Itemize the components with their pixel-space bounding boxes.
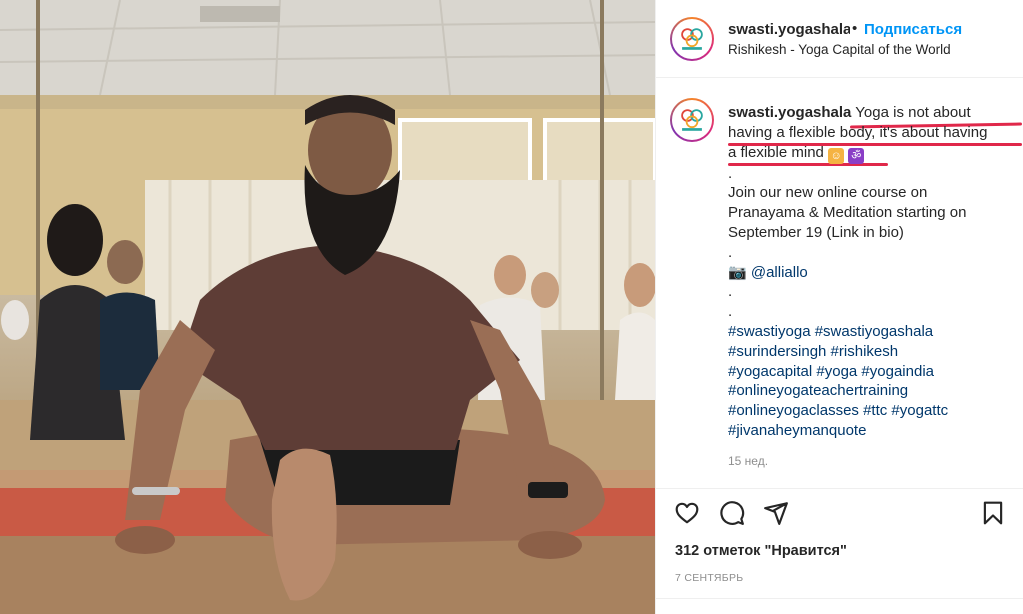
bookmark-icon[interactable]: [980, 500, 1006, 526]
hashtag-line[interactable]: #swastiyoga #swastiyogashala: [728, 323, 933, 340]
comment-icon[interactable]: [719, 500, 745, 526]
caption-text-6: September 19 (Link in bio): [728, 223, 904, 241]
add-comment-bar[interactable]: [656, 598, 1023, 614]
likes-count[interactable]: 312 отметок "Нравится": [675, 543, 847, 559]
post-header: swasti.yogashala • Подписаться Rishikesh…: [656, 0, 1023, 78]
person-lotus-icon: ☺: [828, 147, 845, 164]
author-username[interactable]: swasti.yogashala: [728, 21, 850, 38]
caption-line-3: a flexible mind ☺ ॐ: [728, 143, 1014, 164]
caption-dot: .: [728, 303, 733, 321]
caption-line-1: swasti.yogashala Yoga is not about: [728, 103, 1014, 123]
caption-dot: .: [728, 164, 733, 182]
hashtag-line[interactable]: #onlineyogaclasses #ttc #yogattc: [728, 402, 948, 419]
caption-text-3: a flexible mind: [728, 143, 829, 161]
post-side-panel: swasti.yogashala • Подписаться Rishikesh…: [655, 0, 1023, 614]
share-icon[interactable]: [763, 500, 789, 526]
hashtag-line[interactable]: #onlineyogateachertraining: [728, 382, 908, 399]
caption-text-1: Yoga is not about: [851, 104, 971, 121]
hashtag-line[interactable]: #surindersingh #rishikesh: [728, 343, 898, 360]
caption-dot: .: [728, 243, 733, 261]
camera-icon: 📷: [728, 263, 747, 281]
caption-credit: 📷 @alliallo: [728, 263, 1014, 283]
post-photo[interactable]: [0, 0, 655, 614]
mention-link[interactable]: @alliallo: [751, 264, 808, 281]
om-icon: ॐ: [848, 147, 865, 164]
follow-button[interactable]: Подписаться: [864, 21, 962, 38]
caption-username[interactable]: swasti.yogashala: [728, 104, 851, 121]
caption-dot: .: [728, 283, 733, 301]
hashtag-list: #swastiyoga #swastiyogashala #surindersi…: [728, 322, 1014, 441]
yoga-instructor-photo: [0, 0, 655, 614]
author-avatar[interactable]: [670, 17, 714, 61]
swasti-logo-icon: [681, 28, 703, 50]
caption-text-5: Pranayama & Meditation starting on: [728, 204, 967, 222]
hashtag-line[interactable]: #yogacapital #yoga #yogaindia: [728, 363, 934, 380]
caption-timestamp: 15 нед.: [728, 453, 769, 468]
post-date: 7 СЕНТЯБРЬ: [675, 572, 744, 584]
caption-text-4: Join our new online course on: [728, 184, 928, 202]
separator-dot: •: [852, 20, 858, 37]
swasti-logo-icon: [681, 109, 703, 131]
post-actions-bar: [656, 488, 1023, 536]
heart-icon[interactable]: [674, 500, 700, 526]
post-location[interactable]: Rishikesh - Yoga Capital of the World: [728, 42, 951, 57]
post-caption: swasti.yogashala Yoga is not about havin…: [728, 103, 1014, 472]
caption-author-avatar[interactable]: [670, 98, 714, 142]
caption-text-2: having a flexible body, it's about havin…: [728, 123, 988, 141]
hashtag-line[interactable]: #jivanaheymanquote: [728, 422, 866, 439]
